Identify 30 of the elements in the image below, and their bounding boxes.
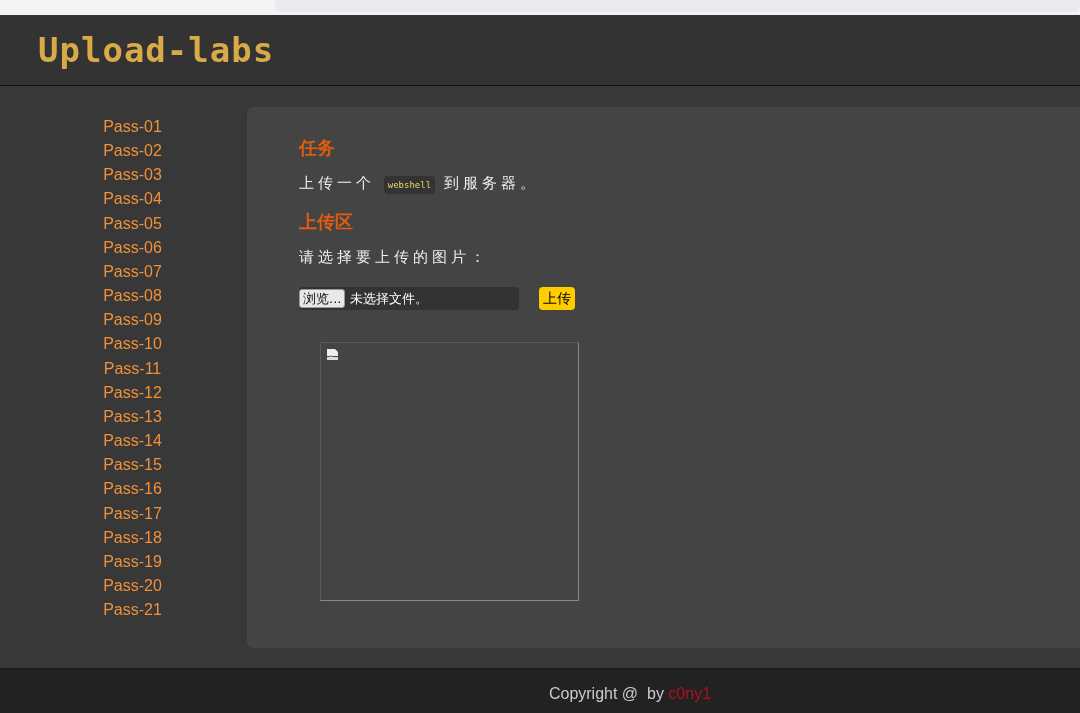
sidebar-link[interactable]: Pass-15 xyxy=(103,453,162,478)
sidebar-link[interactable]: Pass-12 xyxy=(103,380,162,405)
sidebar-link[interactable]: Pass-16 xyxy=(103,477,162,502)
sidebar-link[interactable]: Pass-01 xyxy=(103,115,162,140)
upload-prompt: 请选择要上传的图片： xyxy=(299,248,490,267)
section-heading: 上传区 xyxy=(299,211,354,234)
sidebar-link[interactable]: Pass-14 xyxy=(103,429,162,454)
sidebar-link[interactable]: Pass-19 xyxy=(103,549,162,574)
copyright-text: Copyright @ by c0ny1 xyxy=(548,685,712,704)
sidebar-link[interactable]: Pass-04 xyxy=(103,187,162,212)
section-heading: 任务 xyxy=(299,137,336,160)
sidebar-link[interactable]: Pass-21 xyxy=(103,598,162,623)
sidebar-link[interactable]: Pass-18 xyxy=(103,525,162,550)
sidebar-link[interactable]: Pass-07 xyxy=(103,259,162,285)
file-input[interactable]: 浏览... 未选择文件。 xyxy=(299,287,519,310)
sidebar-link[interactable]: Pass-08 xyxy=(103,284,162,309)
sidebar-link[interactable]: Pass-11 xyxy=(103,356,162,381)
sidebar-link[interactable]: Pass-10 xyxy=(103,332,162,357)
sidebar-link[interactable]: Pass-17 xyxy=(103,501,162,526)
sidebar-link[interactable]: Pass-09 xyxy=(103,308,162,333)
sidebar-link[interactable]: Pass-02 xyxy=(103,139,162,164)
site-logo[interactable]: Upload-labs xyxy=(38,30,275,70)
upload-button[interactable]: 上传 xyxy=(539,287,575,310)
sidebar-link[interactable]: Pass-05 xyxy=(103,211,162,236)
broken-image-icon xyxy=(326,348,339,361)
sidebar-link[interactable]: Pass-13 xyxy=(103,404,162,430)
sidebar-link[interactable]: Pass-20 xyxy=(103,573,162,599)
sidebar-link[interactable]: Pass-03 xyxy=(103,163,162,188)
sidebar-link[interactable]: Pass-06 xyxy=(103,235,162,260)
task-description: 上传一个 webshell 到服务器。 xyxy=(299,174,540,193)
